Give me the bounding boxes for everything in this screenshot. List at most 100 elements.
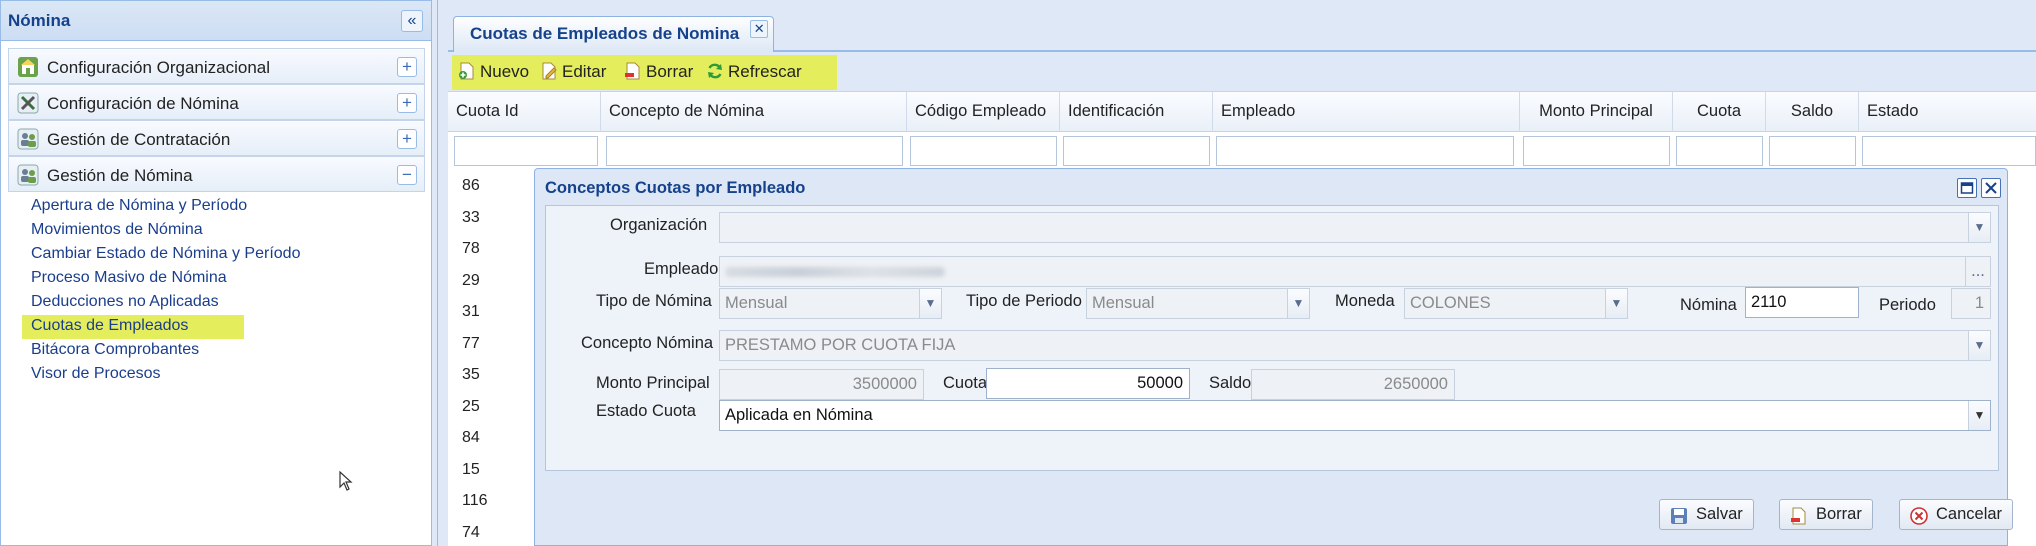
section-label: Gestión de Nómina: [47, 166, 193, 185]
expand-icon[interactable]: +: [397, 93, 417, 113]
table-row[interactable]: 33: [448, 202, 548, 234]
estado-cuota-select[interactable]: Aplicada en Nómina ▼: [719, 400, 1991, 431]
empleado-field[interactable]: [719, 256, 1967, 287]
menu-item-cambiar-estado[interactable]: Cambiar Estado de Nómina y Período: [22, 243, 309, 267]
estado-cuota-value: Aplicada en Nómina: [725, 406, 873, 424]
column-header-estado[interactable]: Estado: [1859, 92, 2036, 132]
filter-codigo-empleado[interactable]: [910, 136, 1057, 166]
delete-button[interactable]: Borrar: [624, 62, 693, 82]
filter-concepto[interactable]: [606, 136, 903, 166]
menu-item-movimientos-nomina[interactable]: Movimientos de Nómina: [22, 219, 309, 243]
tipo-nomina-select[interactable]: Mensual ▼: [719, 288, 942, 319]
refresh-button[interactable]: Refrescar: [706, 62, 802, 82]
monto-principal-label: Monto Principal: [596, 374, 710, 392]
concepto-select[interactable]: PRESTAMO POR CUOTA FIJA ▼: [719, 330, 1991, 361]
panel-splitter[interactable]: [432, 0, 438, 546]
chevron-down-icon[interactable]: ▼: [1968, 213, 1990, 242]
table-row[interactable]: 35: [448, 359, 548, 391]
people-icon: [17, 164, 39, 186]
collapse-panel-icon[interactable]: «: [401, 10, 423, 32]
redacted-employee-name: [725, 266, 945, 277]
cuotas-dialog: Conceptos Cuotas por Empleado Organizaci…: [534, 168, 2014, 546]
filter-cuota[interactable]: [1676, 136, 1763, 166]
close-tab-icon[interactable]: ✕: [750, 20, 769, 38]
menu-item-visor-procesos[interactable]: Visor de Procesos: [22, 363, 309, 387]
nomina-input[interactable]: 2110: [1745, 287, 1859, 318]
column-header-monto-principal[interactable]: Monto Principal: [1520, 92, 1673, 132]
chevron-down-icon[interactable]: ▼: [919, 289, 941, 318]
table-row[interactable]: 78: [448, 233, 548, 265]
section-configuracion-nomina[interactable]: Configuración de Nómina +: [8, 84, 425, 120]
table-row[interactable]: 74: [448, 517, 548, 546]
column-header-cuota-id[interactable]: Cuota Id: [448, 92, 601, 132]
delete-document-icon: [624, 62, 642, 80]
filter-cuota-id[interactable]: [454, 136, 598, 166]
maximize-icon[interactable]: [1957, 178, 1977, 198]
cancel-button[interactable]: Cancelar: [1899, 499, 2014, 530]
column-header-codigo-empleado[interactable]: Código Empleado: [907, 92, 1060, 132]
section-configuracion-organizacional[interactable]: Configuración Organizacional +: [8, 48, 425, 84]
menu-item-bitacora[interactable]: Bitácora Comprobantes: [22, 339, 309, 363]
chevron-down-icon[interactable]: ▼: [1968, 331, 1990, 360]
filter-monto-principal[interactable]: [1523, 136, 1670, 166]
dialog-delete-button[interactable]: Borrar: [1779, 499, 1873, 530]
mouse-cursor-icon: [339, 470, 353, 496]
dialog-delete-button-label: Borrar: [1816, 505, 1862, 523]
save-button[interactable]: Salvar: [1659, 499, 1754, 530]
cancel-icon: [1910, 506, 1928, 525]
column-header-saldo[interactable]: Saldo: [1766, 92, 1859, 132]
section-label: Configuración de Nómina: [47, 94, 239, 113]
tipo-nomina-value: Mensual: [725, 294, 788, 312]
column-header-identificacion[interactable]: Identificación: [1060, 92, 1213, 132]
saldo-label: Saldo: [1209, 374, 1252, 392]
menu-item-proceso-masivo[interactable]: Proceso Masivo de Nómina: [22, 267, 309, 291]
tab-cuotas-empleados[interactable]: Cuotas de Empleados de Nomina ✕: [453, 16, 775, 52]
expand-icon[interactable]: +: [397, 57, 417, 77]
navigation-panel-title: Nómina: [8, 11, 71, 30]
collapse-icon[interactable]: −: [397, 165, 417, 185]
tab-label: Cuotas de Empleados de Nomina: [470, 24, 740, 43]
column-header-concepto[interactable]: Concepto de Nómina: [601, 92, 907, 132]
table-row[interactable]: 29: [448, 265, 548, 297]
chevron-down-icon[interactable]: ▼: [1968, 401, 1990, 430]
close-icon[interactable]: [1981, 178, 2001, 198]
save-button-label: Salvar: [1696, 505, 1743, 523]
navigation-panel-header: Nómina «: [1, 1, 431, 41]
chevron-down-icon[interactable]: ▼: [1605, 289, 1627, 318]
filter-saldo[interactable]: [1769, 136, 1856, 166]
tipo-periodo-select[interactable]: Mensual ▼: [1086, 288, 1310, 319]
building-icon: [17, 56, 39, 78]
filter-identificacion[interactable]: [1063, 136, 1210, 166]
delete-button-label: Borrar: [646, 62, 694, 81]
save-icon: [1670, 506, 1688, 524]
menu-item-deducciones[interactable]: Deducciones no Aplicadas: [22, 291, 309, 315]
column-header-empleado[interactable]: Empleado: [1213, 92, 1520, 132]
new-button[interactable]: Nuevo: [458, 62, 529, 82]
organizacion-select[interactable]: ▼: [719, 212, 1991, 243]
table-row[interactable]: 86: [448, 170, 548, 202]
menu-item-cuotas-empleados[interactable]: Cuotas de Empleados: [22, 315, 244, 339]
filter-empleado[interactable]: [1216, 136, 1514, 166]
edit-button[interactable]: Editar: [540, 62, 606, 82]
section-label: Configuración Organizacional: [47, 58, 271, 77]
grid-toolbar: Nuevo Editar Borrar Refrescar: [448, 52, 2036, 92]
table-row[interactable]: 31: [448, 296, 548, 328]
chevron-down-icon[interactable]: ▼: [1287, 289, 1309, 318]
column-header-cuota[interactable]: Cuota: [1673, 92, 1766, 132]
empleado-label: Empleado: [644, 260, 719, 278]
section-gestion-contratacion[interactable]: Gestión de Contratación +: [8, 120, 425, 156]
organizacion-label: Organización: [610, 216, 708, 234]
table-row[interactable]: 77: [448, 328, 548, 360]
table-row[interactable]: 84: [448, 422, 548, 454]
menu-item-apertura-nomina[interactable]: Apertura de Nómina y Período: [22, 195, 309, 219]
cuota-input[interactable]: 50000: [986, 368, 1190, 399]
dialog-header: Conceptos Cuotas por Empleado: [535, 169, 2007, 205]
section-gestion-nomina[interactable]: Gestión de Nómina −: [8, 156, 425, 192]
table-row[interactable]: 15: [448, 454, 548, 486]
employee-lookup-button[interactable]: ...: [1965, 256, 1991, 287]
filter-estado[interactable]: [1862, 136, 2036, 166]
table-row[interactable]: 25: [448, 391, 548, 423]
table-row[interactable]: 116: [448, 485, 548, 517]
expand-icon[interactable]: +: [397, 129, 417, 149]
moneda-select[interactable]: COLONES ▼: [1404, 288, 1628, 319]
